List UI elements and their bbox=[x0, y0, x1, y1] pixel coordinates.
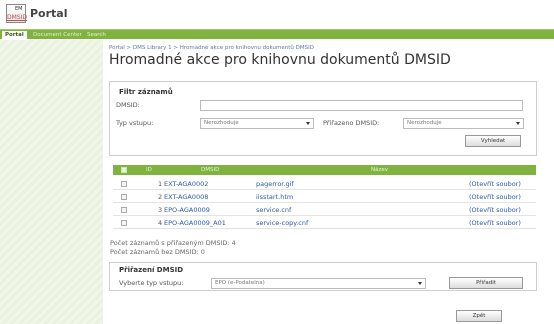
row-dmsid[interactable]: EPO-AGA0009 bbox=[164, 205, 210, 215]
breadcrumb[interactable]: Portal > DMS Library 1 > Hromadné akce p… bbox=[109, 45, 314, 51]
open-file-link[interactable]: (Otevřít soubor) bbox=[469, 205, 521, 215]
row-checkbox[interactable] bbox=[121, 220, 127, 226]
table-row[interactable]: 2 EXT-AGA0008 iisstart.htm (Otevřít soub… bbox=[113, 191, 536, 203]
assign-title: Přiřazení DMSID bbox=[119, 266, 184, 274]
row-checkbox[interactable] bbox=[121, 194, 127, 200]
app-logo[interactable]: EM DMSID bbox=[6, 4, 27, 23]
count-without-dmsid: Počet záznamů bez DMSID: 0 bbox=[110, 248, 205, 256]
row-dmsid[interactable]: EPO-AGA0009_A01 bbox=[164, 218, 226, 228]
row-dmsid[interactable]: EXT-AGA0002 bbox=[164, 179, 208, 189]
chevron-down-icon bbox=[516, 122, 520, 125]
prirazeno-value: Nerozhoduje bbox=[407, 120, 442, 126]
top-bar: EM DMSID Portal bbox=[0, 0, 554, 28]
dmsid-label: DMSID: bbox=[116, 101, 140, 109]
tab-portal[interactable]: Portal bbox=[2, 31, 27, 39]
row-checkbox[interactable] bbox=[121, 181, 127, 187]
assign-typ-select[interactable]: EPO (e-Podatelna) bbox=[211, 278, 426, 289]
open-file-link[interactable]: (Otevřít soubor) bbox=[469, 218, 521, 228]
assign-panel: Přiřazení DMSID Vyberte typ vstupu: EPO … bbox=[109, 262, 537, 291]
table-row[interactable]: 1 EXT-AGA0002 pagerror.gif (Otevřít soub… bbox=[113, 178, 536, 190]
open-file-link[interactable]: (Otevřít soubor) bbox=[469, 179, 521, 189]
open-file-link[interactable]: (Otevřít soubor) bbox=[469, 192, 521, 202]
row-id: 3 bbox=[158, 206, 163, 214]
column-nazev[interactable]: Název bbox=[371, 165, 388, 175]
table-row[interactable]: 4 EPO-AGA0009_A01 service-copy.cnf (Otev… bbox=[113, 217, 536, 229]
row-checkbox[interactable] bbox=[121, 207, 127, 213]
table-header: ID DMSID Název bbox=[113, 165, 536, 175]
chevron-down-icon bbox=[418, 282, 422, 285]
assign-typ-label: Vyberte typ vstupu: bbox=[119, 279, 184, 287]
chevron-down-icon bbox=[306, 122, 310, 125]
typ-vstupu-select[interactable]: Nerozhoduje bbox=[200, 118, 314, 129]
back-button[interactable]: Zpět bbox=[456, 310, 502, 322]
dmsid-input[interactable] bbox=[200, 100, 523, 111]
table-row[interactable]: 3 EPO-AGA0009 service.cnf (Otevřít soubo… bbox=[113, 204, 536, 216]
filter-panel: Filtr záznamů DMSID: Typ vstupu: Nerozho… bbox=[109, 81, 537, 156]
left-sidebar bbox=[0, 40, 103, 324]
filter-title: Filtr záznamů bbox=[119, 88, 173, 96]
tab-document-center[interactable]: Document Center bbox=[30, 31, 85, 39]
app-title: Portal bbox=[30, 7, 68, 20]
typ-vstupu-value: Nerozhoduje bbox=[204, 120, 239, 126]
select-all-checkbox[interactable] bbox=[121, 167, 127, 173]
row-nazev[interactable]: service.cnf bbox=[256, 205, 291, 215]
row-nazev[interactable]: service-copy.cnf bbox=[256, 218, 308, 228]
typ-vstupu-label: Typ vstupu: bbox=[116, 119, 154, 127]
row-nazev[interactable]: iisstart.htm bbox=[256, 192, 293, 202]
row-nazev[interactable]: pagerror.gif bbox=[256, 179, 294, 189]
row-id: 2 bbox=[158, 193, 163, 201]
logo-bottom-text: DMSID bbox=[7, 14, 27, 21]
search-button[interactable]: Vyhledat bbox=[465, 135, 521, 147]
assign-typ-value: EPO (e-Podatelna) bbox=[215, 280, 265, 286]
page-title: Hromadné akce pro knihovnu dokumentů DMS… bbox=[109, 52, 451, 68]
nav-bar: Portal Document Center Search bbox=[0, 29, 554, 39]
column-dmsid[interactable]: DMSID bbox=[201, 165, 219, 175]
count-with-dmsid: Počet záznamů s přiřazeným DMSID: 4 bbox=[110, 239, 236, 247]
prirazeno-label: Přiřazeno DMSID: bbox=[323, 119, 380, 127]
prirazeno-select[interactable]: Nerozhoduje bbox=[403, 118, 524, 129]
row-id: 1 bbox=[158, 180, 163, 188]
tab-search[interactable]: Search bbox=[84, 31, 109, 39]
logo-top-text: EM bbox=[15, 6, 23, 12]
assign-button[interactable]: Přiřadit bbox=[449, 277, 523, 289]
column-id[interactable]: ID bbox=[146, 165, 152, 175]
row-dmsid[interactable]: EXT-AGA0008 bbox=[164, 192, 208, 202]
row-id: 4 bbox=[158, 219, 163, 227]
